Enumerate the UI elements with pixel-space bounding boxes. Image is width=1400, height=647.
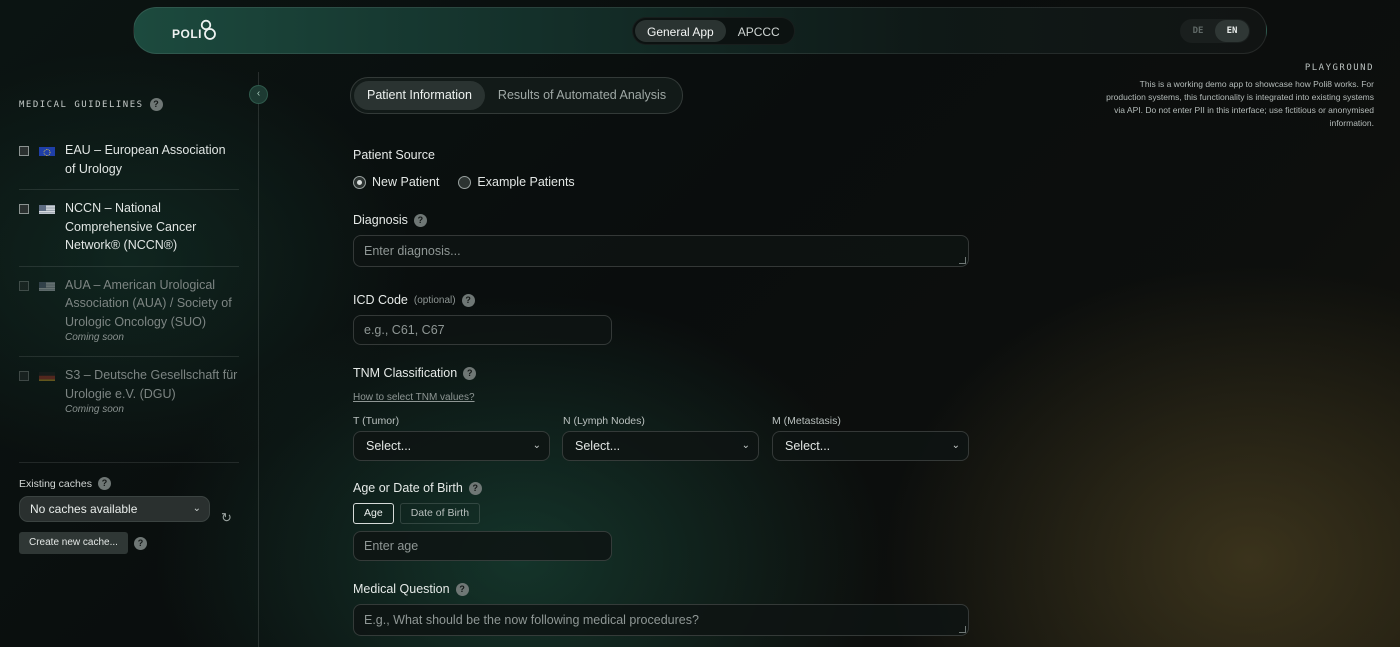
guideline-item-nccn[interactable]: NCCN – National Comprehensive Cancer Net… — [19, 190, 239, 267]
diagnosis-input[interactable]: Enter diagnosis... — [353, 235, 969, 267]
help-icon[interactable]: ? — [468, 481, 482, 495]
guideline-checkbox[interactable] — [19, 204, 29, 214]
main-tabs: Patient Information Results of Automated… — [350, 77, 684, 114]
age-mode-age-button[interactable]: Age — [353, 503, 394, 524]
refresh-icon[interactable]: ↻ — [221, 510, 232, 526]
icd-placeholder: e.g., C61, C67 — [364, 323, 445, 337]
caches-label-text: Existing caches — [19, 477, 92, 490]
app-tab-general[interactable]: General App — [635, 20, 726, 42]
sidebar: MEDICAL GUIDELINES ? EAU – European Asso… — [0, 72, 259, 647]
tnm-n-label: N (Lymph Nodes) — [563, 415, 645, 427]
chevron-down-icon: ⌄ — [532, 440, 541, 451]
tnm-m-value: Select... — [785, 439, 831, 453]
coming-soon-note: Coming soon — [65, 404, 124, 415]
tnm-m-label: M (Metastasis) — [772, 415, 841, 427]
tnm-label: TNM Classification ? — [353, 366, 477, 380]
tnm-n-select[interactable]: Select... ⌄ — [562, 431, 759, 461]
age-input[interactable]: Enter age — [353, 531, 612, 561]
patient-source-label: Patient Source — [353, 148, 435, 162]
guideline-checkbox — [19, 280, 29, 291]
guidelines-list: EAU – European Association of Urology NC… — [19, 132, 239, 428]
help-icon[interactable]: ? — [461, 293, 475, 307]
help-icon[interactable]: ? — [149, 98, 163, 111]
age-mode-toggle: Age Date of Birth — [353, 503, 486, 524]
radio-example-patients[interactable] — [458, 175, 472, 189]
optional-tag: (optional) — [413, 294, 456, 306]
help-icon[interactable]: ? — [133, 536, 147, 550]
medical-question-placeholder: E.g., What should be the now following m… — [364, 613, 699, 627]
icd-code-input[interactable]: e.g., C61, C67 — [353, 315, 612, 345]
tnm-t-label: T (Tumor) — [353, 415, 400, 427]
guidelines-title: MEDICAL GUIDELINES — [19, 99, 144, 110]
language-switcher: DE EN — [1180, 19, 1250, 43]
guideline-label: S3 – Deutsche Gesellschaft für Urologie … — [65, 368, 238, 401]
radio-example-patients-label: Example Patients — [477, 175, 575, 189]
patient-source-radios: New Patient Example Patients — [353, 175, 575, 189]
language-de-button[interactable]: DE — [1181, 20, 1215, 42]
medical-question-label: Medical Question ? — [353, 582, 469, 596]
radio-new-patient[interactable] — [353, 175, 366, 189]
guideline-label: AUA – American Urological Association (A… — [65, 277, 232, 329]
resize-handle-icon[interactable] — [959, 626, 966, 633]
age-placeholder: Enter age — [364, 539, 419, 553]
tnm-t-value: Select... — [366, 439, 412, 453]
tab-results-automated-analysis[interactable]: Results of Automated Analysis — [485, 81, 679, 110]
chevron-down-icon: ⌄ — [741, 440, 750, 451]
icd-code-label: ICD Code (optional) ? — [353, 293, 475, 307]
guideline-label: NCCN – National Comprehensive Cancer Net… — [65, 201, 197, 252]
guideline-item-aua: AUA – American Urological Association (A… — [19, 267, 239, 357]
tab-patient-information[interactable]: Patient Information — [354, 81, 485, 110]
eu-flag-icon — [39, 145, 55, 156]
resize-handle-icon[interactable] — [959, 257, 966, 264]
caches-select[interactable]: No caches available ⌄ — [19, 496, 210, 522]
caches-section: Existing caches ? No caches available ⌄ … — [19, 462, 239, 554]
chevron-left-icon[interactable]: ‹ — [249, 85, 268, 104]
help-icon[interactable]: ? — [97, 477, 111, 490]
us-flag-icon — [39, 203, 55, 214]
guideline-label: EAU – European Association of Urology — [65, 143, 226, 176]
language-en-button[interactable]: EN — [1215, 20, 1249, 42]
tnm-help-link[interactable]: How to select TNM values? — [353, 392, 475, 403]
de-flag-icon — [39, 370, 55, 381]
guideline-item-s3-dgu: S3 – Deutsche Gesellschaft für Urologie … — [19, 357, 239, 428]
radio-new-patient-label: New Patient — [372, 175, 440, 189]
help-icon[interactable]: ? — [463, 366, 477, 380]
help-icon[interactable]: ? — [455, 582, 469, 596]
medical-question-input[interactable]: E.g., What should be the now following m… — [353, 604, 969, 636]
logo-text: POLI — [172, 27, 203, 41]
guideline-item-eau[interactable]: EAU – European Association of Urology — [19, 132, 239, 190]
tnm-n-value: Select... — [575, 439, 621, 453]
guidelines-header: MEDICAL GUIDELINES ? — [19, 98, 163, 111]
caches-label: Existing caches ? — [19, 477, 239, 490]
app-tab-apccc[interactable]: APCCC — [726, 20, 792, 42]
chevron-down-icon: ⌄ — [192, 503, 201, 514]
chevron-down-icon: ⌄ — [951, 440, 960, 451]
diagnosis-placeholder: Enter diagnosis... — [364, 244, 461, 258]
age-label: Age or Date of Birth ? — [353, 481, 482, 495]
diagnosis-label: Diagnosis ? — [353, 213, 427, 227]
top-navigation-bar: POLI General App APCCC DE EN — [133, 7, 1267, 54]
us-flag-icon — [39, 280, 55, 291]
tnm-t-select[interactable]: Select... ⌄ — [353, 431, 550, 461]
playground-title: PLAYGROUND — [1304, 63, 1374, 73]
guideline-checkbox — [19, 371, 29, 381]
tnm-m-select[interactable]: Select... ⌄ — [772, 431, 969, 461]
help-icon[interactable]: ? — [413, 213, 427, 227]
coming-soon-note: Coming soon — [65, 332, 124, 343]
playground-text: This is a working demo app to showcase h… — [1106, 79, 1374, 128]
age-mode-dob-button[interactable]: Date of Birth — [399, 503, 481, 524]
caches-selected-value: No caches available — [30, 502, 138, 516]
create-cache-button[interactable]: Create new cache... — [19, 532, 128, 554]
playground-notice: PLAYGROUND This is a working demo app to… — [1104, 63, 1374, 130]
guideline-checkbox[interactable] — [19, 146, 29, 156]
poli8-logo[interactable]: POLI — [172, 19, 216, 41]
logo-8-mark — [200, 19, 216, 40]
app-switcher: General App APCCC — [632, 17, 795, 45]
